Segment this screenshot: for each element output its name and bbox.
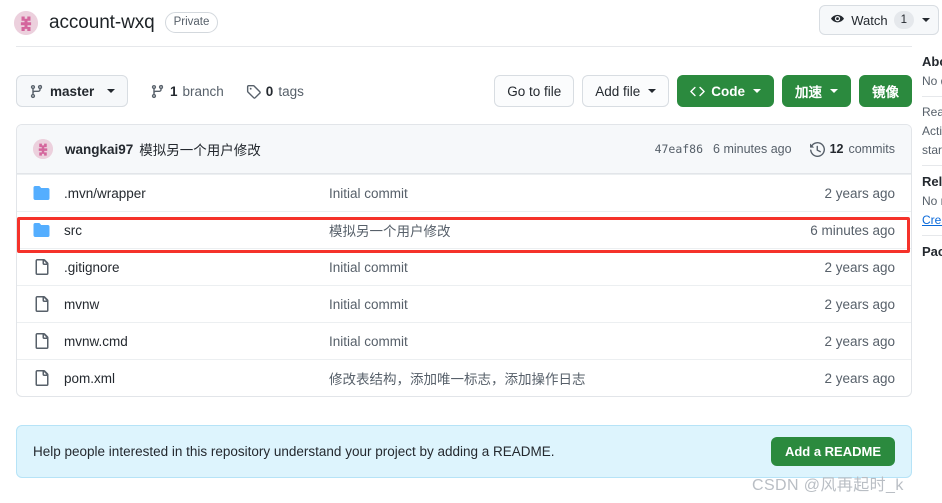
- file-commit-time: 2 years ago: [824, 370, 895, 386]
- add-file-label: Add file: [595, 83, 641, 99]
- file-commit-time: 2 years ago: [824, 296, 895, 312]
- file-name[interactable]: pom.xml: [64, 371, 329, 386]
- sidebar-divider: [922, 96, 942, 97]
- watch-label: Watch: [851, 12, 888, 28]
- tag-count-label: tags: [278, 83, 304, 99]
- chevron-down-icon[interactable]: [648, 89, 657, 93]
- folder-icon: [33, 222, 50, 238]
- go-to-file-button[interactable]: Go to file: [494, 75, 575, 107]
- commit-sha[interactable]: 47eaf86: [655, 142, 703, 156]
- code-button[interactable]: Code: [677, 75, 774, 107]
- accelerate-label: 加速: [795, 85, 822, 100]
- file-icon: [33, 333, 50, 349]
- sidebar-stars-item[interactable]: stars: [922, 143, 942, 157]
- readme-banner-text: Help people interested in this repositor…: [33, 444, 555, 459]
- table-row[interactable]: .mvn/wrapper Initial commit 2 years ago: [17, 174, 911, 211]
- commit-message[interactable]: 模拟另一个用户修改: [139, 139, 261, 159]
- branch-label: master: [50, 83, 95, 99]
- eye-icon: [831, 14, 845, 22]
- watch-button[interactable]: Watch 1: [819, 5, 939, 35]
- file-commit-time: 6 minutes ago: [810, 222, 895, 238]
- accelerate-button[interactable]: 加速: [782, 75, 851, 107]
- visibility-badge: Private: [164, 12, 219, 33]
- chevron-down-icon[interactable]: [922, 18, 930, 22]
- sidebar-create-release-link[interactable]: Create: [922, 213, 942, 227]
- history-clock-icon: [809, 141, 825, 157]
- table-row[interactable]: src 模拟另一个用户修改 6 minutes ago: [17, 211, 911, 248]
- file-icon: [33, 259, 50, 275]
- sidebar-activity-item[interactable]: Activity: [922, 124, 942, 138]
- avatar-glyph: [14, 10, 38, 35]
- file-commit-time: 2 years ago: [824, 333, 895, 349]
- latest-commit-bar: wangkai97 模拟另一个用户修改 47eaf86 6 minutes ag…: [17, 125, 911, 174]
- commits-count-label: commits: [848, 142, 895, 156]
- file-listing: wangkai97 模拟另一个用户修改 47eaf86 6 minutes ag…: [16, 124, 912, 397]
- sidebar-about-heading: About: [922, 54, 942, 69]
- file-commit-message[interactable]: Initial commit: [329, 334, 824, 349]
- file-name[interactable]: mvnw.cmd: [64, 334, 329, 349]
- repository-page: account-wxq Private Watch 1 master 1 bra…: [0, 0, 942, 503]
- right-sidebar-clipped: About No description Readme Activity sta…: [918, 46, 942, 503]
- avatar-glyph: [33, 139, 53, 159]
- tag-count[interactable]: 0 tags: [246, 84, 304, 99]
- chevron-down-icon[interactable]: [107, 89, 115, 93]
- mirror-button[interactable]: 镜像: [859, 75, 912, 107]
- tag-count-value: 0: [265, 83, 274, 99]
- file-name[interactable]: src: [64, 223, 329, 238]
- repo-header: account-wxq Private: [0, 0, 918, 45]
- sidebar-releases-text: No releases: [922, 194, 942, 208]
- file-name[interactable]: .gitignore: [64, 260, 329, 275]
- file-name[interactable]: mvnw: [64, 297, 329, 312]
- branch-count[interactable]: 1 branch: [150, 84, 224, 99]
- file-commit-message[interactable]: 模拟另一个用户修改: [329, 220, 810, 240]
- page-title[interactable]: account-wxq: [49, 12, 155, 34]
- folder-icon: [33, 185, 50, 201]
- branch-selector[interactable]: master: [16, 75, 128, 107]
- file-commit-message[interactable]: Initial commit: [329, 260, 824, 275]
- file-commit-message[interactable]: 修改表结构，添加唯一标志，添加操作日志: [329, 368, 824, 388]
- branch-icon: [30, 84, 43, 98]
- table-row[interactable]: mvnw.cmd Initial commit 2 years ago: [17, 322, 911, 359]
- chevron-down-icon[interactable]: [753, 89, 761, 93]
- branch-count-value: 1: [170, 83, 178, 99]
- sidebar-about-text: No description: [922, 74, 942, 88]
- branch-icon: [151, 84, 164, 98]
- file-commit-time: 2 years ago: [824, 259, 895, 275]
- branch-count-label: branch: [182, 83, 224, 99]
- commit-meta: 47eaf86 6 minutes ago 12 commits: [655, 141, 895, 157]
- file-commit-message[interactable]: Initial commit: [329, 186, 824, 201]
- sidebar-readme-item[interactable]: Readme: [922, 105, 942, 119]
- go-to-file-label: Go to file: [507, 83, 562, 99]
- file-icon: [33, 296, 50, 312]
- commit-author-name[interactable]: wangkai97: [65, 142, 133, 157]
- table-row[interactable]: .gitignore Initial commit 2 years ago: [17, 248, 911, 285]
- file-name[interactable]: .mvn/wrapper: [64, 186, 329, 201]
- sidebar-releases-heading: Releases: [922, 174, 942, 189]
- file-commit-time: 2 years ago: [824, 185, 895, 201]
- repo-owner-avatar[interactable]: [14, 10, 38, 35]
- repo-toolbar: master 1 branch 0 tags Go to file Add fi…: [16, 74, 912, 108]
- header-divider: [16, 46, 912, 47]
- commits-count-value: 12: [829, 142, 844, 156]
- commit-time: 6 minutes ago: [713, 142, 792, 156]
- sidebar-divider: [922, 165, 942, 166]
- code-label: Code: [711, 83, 745, 99]
- sidebar-divider: [922, 235, 942, 236]
- csdn-watermark: CSDN @风再起时_k: [752, 477, 904, 494]
- commit-author-avatar[interactable]: [33, 139, 53, 159]
- table-row[interactable]: pom.xml 修改表结构，添加唯一标志，添加操作日志 2 years ago: [17, 359, 911, 396]
- tag-icon: [246, 84, 261, 99]
- add-readme-button[interactable]: Add a README: [770, 437, 895, 466]
- commits-count[interactable]: 12 commits: [809, 141, 895, 157]
- file-commit-message[interactable]: Initial commit: [329, 297, 824, 312]
- sidebar-packages-heading: Packages: [922, 244, 942, 259]
- chevron-down-icon[interactable]: [830, 89, 838, 93]
- table-row[interactable]: mvnw Initial commit 2 years ago: [17, 285, 911, 322]
- file-icon: [33, 370, 50, 386]
- mirror-label: 镜像: [872, 85, 899, 100]
- watch-count: 1: [893, 11, 914, 29]
- code-brackets-icon: [690, 86, 706, 96]
- add-file-button[interactable]: Add file: [582, 75, 670, 107]
